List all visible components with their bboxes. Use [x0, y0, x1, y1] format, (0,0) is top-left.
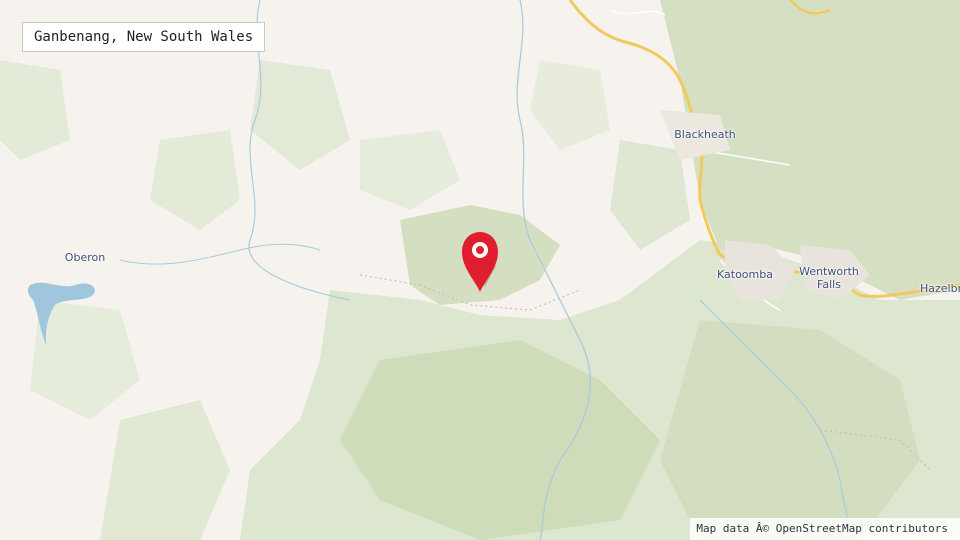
map[interactable]: Ganbenang, New South Wales Oberon Blackh…	[0, 0, 960, 540]
place-label-wentworth-line2: Falls	[817, 278, 841, 291]
map-pin-icon[interactable]	[458, 228, 506, 298]
place-label-hazelbrook: Hazelbr	[920, 282, 960, 295]
location-title: Ganbenang, New South Wales	[22, 22, 266, 52]
place-label-katoomba: Katoomba	[717, 268, 773, 281]
place-label-wentworth-falls: Wentworth Falls	[799, 265, 859, 291]
place-label-wentworth-line1: Wentworth	[799, 265, 859, 278]
place-label-oberon: Oberon	[64, 251, 106, 264]
place-label-blackheath: Blackheath	[674, 128, 736, 141]
map-attribution: Map data Â© OpenStreetMap contributors	[690, 518, 960, 540]
